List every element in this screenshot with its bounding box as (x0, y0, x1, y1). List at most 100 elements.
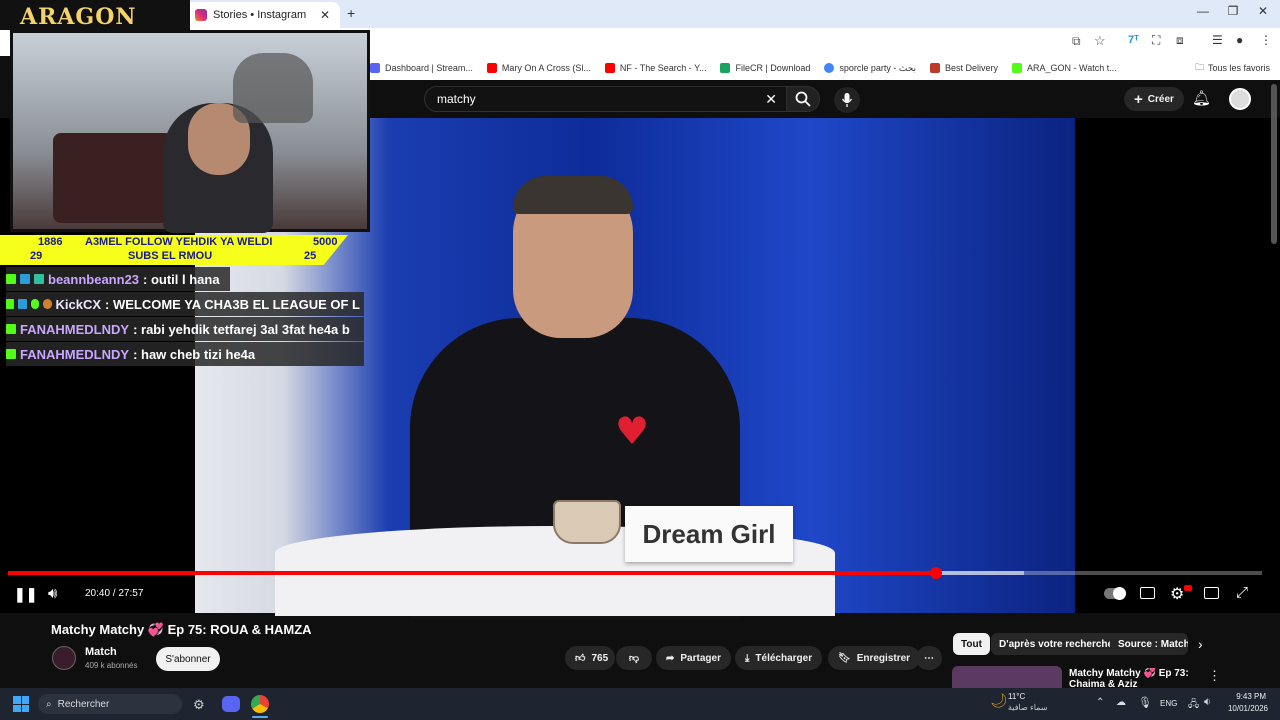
follow-count: 1886 (38, 236, 63, 248)
next-video-title[interactable]: Matchy Matchy 💞 Ep 73: Chaima & Aziz (1069, 668, 1189, 688)
weather-icon[interactable]: 🌙︎ (990, 692, 1008, 709)
star-icon[interactable]: ☆ (1094, 33, 1106, 49)
thumbs-down-icon: 👎︎ (628, 653, 640, 664)
reading-list-icon[interactable]: ☰ (1212, 33, 1223, 47)
chat-username: KickCX (55, 296, 102, 312)
subs-goal-text: SUBS EL RMOU (128, 250, 213, 262)
extension-icon[interactable]: 7ᵀ (1128, 34, 1139, 46)
theater-mode-icon[interactable] (1204, 587, 1219, 599)
browser-tab[interactable]: Stories • Instagram ✕ (185, 2, 340, 28)
pause-button[interactable]: ❚❚ (14, 586, 37, 603)
settings-icon[interactable]: ⚙ (1170, 584, 1184, 604)
network-icon[interactable]: 🖧︎ (1188, 697, 1199, 714)
app-icon[interactable]: ⚙ (193, 697, 205, 713)
minimize-icon[interactable]: — (1188, 4, 1218, 18)
fullscreen-icon[interactable]: ⤢ (1236, 584, 1248, 601)
clear-search-icon[interactable]: ✕ (765, 91, 777, 108)
weather-temp: 11°C (1008, 692, 1026, 701)
volume-icon[interactable]: 🔊︎ (48, 585, 57, 602)
progress-bar[interactable] (8, 567, 1262, 579)
volume-tray-icon[interactable]: 🔉︎ (1204, 696, 1211, 709)
share-button[interactable]: ➦ Partager (656, 646, 731, 670)
bookmark[interactable]: Dashboard | Stream... (370, 63, 473, 73)
chip-all[interactable]: Tout (953, 633, 990, 655)
bookmark[interactable]: Mary On A Cross (Sl... (486, 63, 591, 73)
puzzle-icon[interactable]: ⧈ (1176, 33, 1184, 48)
search-input[interactable]: matchy ✕ (424, 86, 790, 112)
chat-text: : WELCOME YA CHA3B EL LEAGUE OF L (105, 296, 360, 312)
glass-cup (553, 500, 621, 544)
chip-related[interactable]: D'après votre recherche (991, 633, 1122, 655)
bookmark[interactable]: Best Delivery (930, 63, 998, 73)
search-icon: ⌕ (46, 698, 52, 710)
page-scrollbar[interactable] (1271, 84, 1277, 244)
streamer-logo: ARAGON (20, 4, 137, 30)
active-app-indicator (252, 716, 268, 718)
notifications-icon[interactable]: 🔔︎ (1192, 89, 1211, 107)
chat-message: KickCX: WELCOME YA CHA3B EL LEAGUE OF L (6, 292, 364, 316)
bookmark[interactable]: ARA_GON - Watch t... (1012, 63, 1117, 73)
subtitles-icon[interactable] (1140, 587, 1155, 599)
chat-text: : haw cheb tizi he4a (133, 346, 256, 362)
close-window-icon[interactable]: ✕ (1248, 4, 1278, 18)
badge-icon (20, 274, 30, 284)
bookmark[interactable]: FileCR | Download (720, 63, 810, 73)
chair (53, 133, 173, 223)
played-bar (8, 571, 936, 575)
kick-icon (6, 324, 16, 334)
download-button[interactable]: ⤓ Télécharger (735, 646, 823, 670)
next-video-menu-icon[interactable]: ⋮ (1208, 668, 1221, 684)
video-title: Matchy Matchy 💞 Ep 75: ROUA & HAMZA (51, 622, 312, 637)
mic-icon[interactable]: 🎙︎ (1138, 696, 1152, 709)
tray-chevron-icon[interactable]: ⌃ (1096, 697, 1104, 708)
bookmark[interactable]: NF - The Search - Y... (604, 63, 706, 73)
subscribe-button[interactable]: S'abonner (156, 647, 220, 671)
avatar[interactable] (1229, 88, 1251, 110)
chip-source[interactable]: Source : Match (1110, 633, 1188, 655)
download-icon: ⤓ (745, 652, 750, 664)
tab-title: Stories • Instagram (213, 9, 307, 21)
chrome-icon[interactable] (251, 695, 269, 713)
windows-start-icon[interactable] (13, 696, 29, 712)
new-tab-button[interactable]: + (347, 5, 355, 21)
more-actions-button[interactable]: ⋯ (916, 646, 942, 670)
install-icon[interactable]: ⧉ (1072, 34, 1081, 49)
taskbar (0, 688, 1280, 720)
language-indicator[interactable]: ENG (1160, 699, 1177, 708)
search-button[interactable] (786, 86, 820, 112)
channel-name[interactable]: Match (85, 646, 117, 658)
voice-search-button[interactable] (834, 87, 860, 113)
youtube-icon (486, 63, 497, 73)
hd-badge (1184, 585, 1192, 591)
profile-icon[interactable]: ● (1236, 33, 1243, 47)
create-button[interactable]: + Créer (1124, 87, 1184, 111)
tab-close-icon[interactable]: ✕ (320, 8, 330, 22)
all-favorites[interactable]: 🗀 Tous les favoris (1195, 60, 1270, 76)
folder-icon: 🗀 (1194, 62, 1204, 72)
logo-tile (13, 704, 21, 712)
cloud-icon[interactable]: ☁ (1116, 697, 1126, 708)
restore-icon[interactable]: ❐ (1218, 4, 1248, 18)
chevron-right-icon[interactable]: › (1198, 636, 1203, 652)
bookmark[interactable]: sporcle party - بحث (824, 63, 916, 74)
like-button[interactable]: 👍︎ 765 (565, 646, 615, 670)
bookmarks-bar: Dashboard | Stream... Mary On A Cross (S… (370, 56, 1280, 80)
shirt-logo: ♥ (615, 408, 650, 453)
clock-time[interactable]: 9:43 PM (1230, 692, 1266, 701)
menu-icon[interactable]: ⋮ (1260, 33, 1272, 47)
channel-avatar[interactable] (52, 646, 76, 670)
emote-icon (43, 299, 52, 309)
autoplay-toggle[interactable] (1104, 587, 1126, 600)
discord-icon[interactable] (222, 696, 240, 712)
filecr-icon (720, 63, 731, 73)
extension-icon[interactable]: ⛶ (1152, 33, 1160, 48)
taskbar-search[interactable]: ⌕ Rechercher (38, 694, 182, 714)
chat-message: FANAHMEDLNDY: haw cheb tizi he4a (6, 342, 364, 366)
save-button[interactable]: 🔖︎ Enregistrer (828, 646, 921, 670)
webcam-feed (10, 30, 370, 233)
bookmark-favicon (370, 63, 380, 73)
dislike-button[interactable]: 👎︎ (616, 646, 652, 670)
clock-date[interactable]: 10/01/2026 (1222, 704, 1268, 713)
next-video-thumbnail[interactable] (952, 666, 1062, 688)
scrubber-handle[interactable] (929, 567, 942, 579)
